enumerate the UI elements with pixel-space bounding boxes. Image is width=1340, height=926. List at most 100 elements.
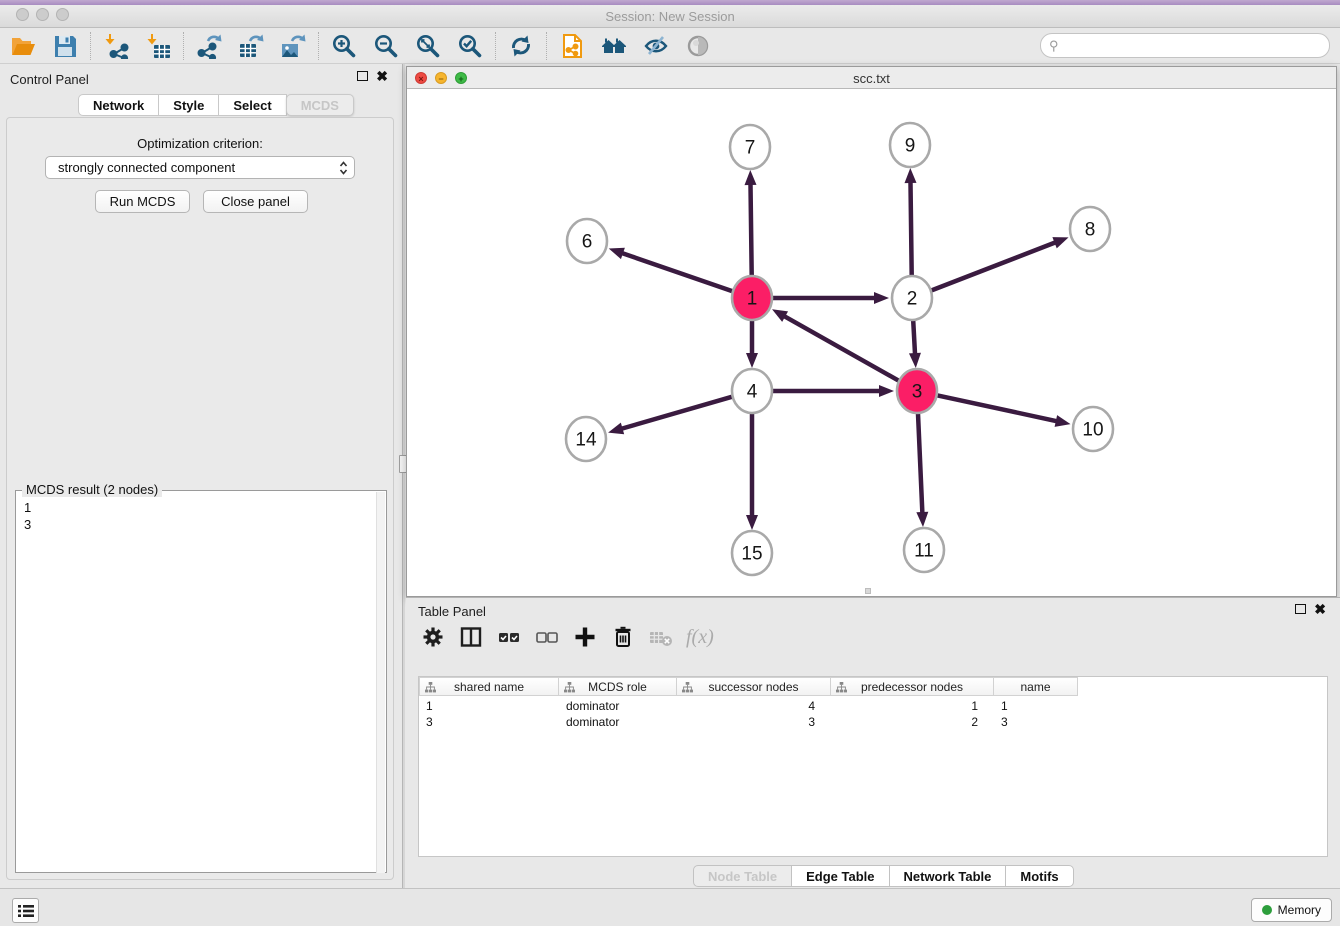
- graph-edge-arrow-4-14: [608, 423, 624, 435]
- network-canvas[interactable]: 1234678910111415: [407, 89, 1336, 596]
- run-mcds-button[interactable]: Run MCDS: [95, 190, 190, 213]
- graph-node-label-3: 3: [912, 382, 923, 403]
- control-panel-close-icon[interactable]: ✖: [376, 71, 388, 81]
- optimization-criterion-label: Optimization criterion:: [7, 136, 393, 151]
- column-header-name[interactable]: name: [994, 677, 1078, 696]
- show-panels-button[interactable]: [12, 898, 39, 923]
- tab-node-table[interactable]: Node Table: [693, 865, 792, 887]
- graph-edge-1-6[interactable]: [621, 253, 732, 291]
- column-header-successor-nodes[interactable]: successor nodes: [677, 677, 831, 696]
- table-cell-r0-predecessor-nodes[interactable]: 1: [831, 698, 994, 714]
- graph-edge-3-11[interactable]: [918, 412, 922, 514]
- control-panel-float-icon[interactable]: [357, 71, 368, 81]
- table-panel-title: Table Panel: [418, 604, 486, 619]
- mcds-result-box[interactable]: MCDS result (2 nodes) 1 3: [15, 490, 387, 873]
- save-session-icon[interactable]: [52, 33, 78, 59]
- application-window: Session: New Session: [0, 0, 1340, 926]
- window-title: Session: New Session: [0, 9, 1340, 24]
- tab-select[interactable]: Select: [218, 94, 286, 116]
- graph-edge-arrow-1-6: [609, 248, 625, 259]
- content-area: Control Panel ✖ Network Style Select MCD…: [0, 64, 1340, 888]
- graph-node-label-8: 8: [1085, 220, 1096, 241]
- function-builder-icon: f(x): [686, 626, 714, 649]
- column-header-predecessor-nodes[interactable]: predecessor nodes: [831, 677, 994, 696]
- table-cell-r1-predecessor-nodes[interactable]: 2: [831, 714, 994, 730]
- export-table-icon[interactable]: [238, 33, 264, 59]
- select-all-columns-icon[interactable]: [496, 624, 522, 650]
- network-window-title: scc.txt: [407, 71, 1336, 86]
- delete-row-icon[interactable]: [610, 624, 636, 650]
- graph-edge-2-9[interactable]: [910, 181, 911, 277]
- zoom-selected-icon[interactable]: [457, 33, 483, 59]
- tab-edge-table[interactable]: Edge Table: [791, 865, 889, 887]
- unselect-all-columns-icon[interactable]: [534, 624, 560, 650]
- tab-style[interactable]: Style: [158, 94, 219, 116]
- open-file-icon[interactable]: [10, 33, 36, 59]
- control-panel-title: Control Panel: [10, 72, 89, 87]
- table-cell-r0-successor-nodes[interactable]: 4: [677, 698, 831, 714]
- close-panel-button[interactable]: Close panel: [203, 190, 308, 213]
- table-cell-r0-name[interactable]: 1: [994, 698, 1078, 714]
- add-row-icon[interactable]: [572, 624, 598, 650]
- table-cell-r1-name[interactable]: 3: [994, 714, 1078, 730]
- mcds-result-line: 1: [24, 499, 31, 516]
- memory-label: Memory: [1278, 903, 1321, 917]
- result-scrollbar[interactable]: [376, 492, 385, 873]
- graphics-details-icon[interactable]: [643, 33, 669, 59]
- graph-edge-arrow-3-11: [916, 512, 928, 527]
- tab-motifs[interactable]: Motifs: [1005, 865, 1073, 887]
- refresh-layout-icon[interactable]: [508, 33, 534, 59]
- table-cell-r1-shared-name[interactable]: 3: [419, 714, 559, 730]
- criterion-dropdown[interactable]: strongly connected component: [45, 156, 355, 179]
- table-panel-float-icon[interactable]: [1295, 604, 1306, 614]
- graph-edge-4-14[interactable]: [621, 397, 732, 429]
- tab-network-table[interactable]: Network Table: [889, 865, 1007, 887]
- graph-node-label-11: 11: [914, 541, 934, 562]
- import-table-icon[interactable]: [145, 33, 171, 59]
- network-resize-handle[interactable]: [865, 588, 871, 594]
- network-window-titlebar[interactable]: × − + scc.txt: [407, 67, 1336, 89]
- zoom-in-icon[interactable]: [331, 33, 357, 59]
- duplicate-network-icon[interactable]: [559, 33, 585, 59]
- toolbar-separator: [90, 32, 91, 60]
- panel-splitter[interactable]: [402, 64, 405, 888]
- tab-network[interactable]: Network: [78, 94, 159, 116]
- tab-mcds[interactable]: MCDS: [286, 94, 354, 116]
- search-field[interactable]: ⚲: [1040, 33, 1330, 58]
- first-neighbors-icon[interactable]: [601, 33, 627, 59]
- graph-edge-2-8[interactable]: [932, 242, 1057, 290]
- table-cell-r1-MCDS-role[interactable]: dominator: [559, 714, 677, 730]
- graph-edge-2-3[interactable]: [913, 319, 915, 355]
- table-cell-r0-MCDS-role[interactable]: dominator: [559, 698, 677, 714]
- window-titlebar: Session: New Session: [0, 0, 1340, 28]
- import-network-icon[interactable]: [103, 33, 129, 59]
- export-image-icon[interactable]: [280, 33, 306, 59]
- mcds-result-title: MCDS result (2 nodes): [22, 482, 162, 497]
- mcds-panel-body: Optimization criterion: strongly connect…: [6, 117, 394, 880]
- control-panel-tabs: Network Style Select MCDS: [78, 94, 354, 116]
- graph-node-label-6: 6: [582, 232, 593, 253]
- export-network-icon[interactable]: [196, 33, 222, 59]
- table-panel-close-icon[interactable]: ✖: [1314, 604, 1326, 614]
- column-chooser-icon[interactable]: [458, 624, 484, 650]
- memory-button[interactable]: Memory: [1251, 898, 1332, 922]
- zoom-out-icon[interactable]: [373, 33, 399, 59]
- column-header-shared-name[interactable]: shared name: [419, 677, 559, 696]
- table-cell-r0-shared-name[interactable]: 1: [419, 698, 559, 714]
- mcds-result-line: 3: [24, 516, 31, 533]
- table-cell-r1-successor-nodes[interactable]: 3: [677, 714, 831, 730]
- graph-edge-1-7[interactable]: [750, 183, 751, 277]
- graph-edge-arrow-4-15: [746, 515, 758, 530]
- graph-edge-3-1[interactable]: [783, 316, 898, 381]
- search-input[interactable]: [1063, 38, 1329, 54]
- criterion-dropdown-value: strongly connected component: [58, 160, 339, 175]
- zoom-fit-icon[interactable]: [415, 33, 441, 59]
- graph-node-label-1: 1: [747, 289, 758, 310]
- table-settings-icon[interactable]: [420, 624, 446, 650]
- column-header-MCDS-role[interactable]: MCDS role: [559, 677, 677, 696]
- node-table: shared nameMCDS rolesuccessor nodesprede…: [418, 676, 1328, 857]
- graph-edge-3-10[interactable]: [938, 395, 1058, 421]
- toolbar-separator: [183, 32, 184, 60]
- table-toolbar: f(x): [420, 624, 714, 650]
- control-panel: Control Panel ✖ Network Style Select MCD…: [0, 64, 400, 882]
